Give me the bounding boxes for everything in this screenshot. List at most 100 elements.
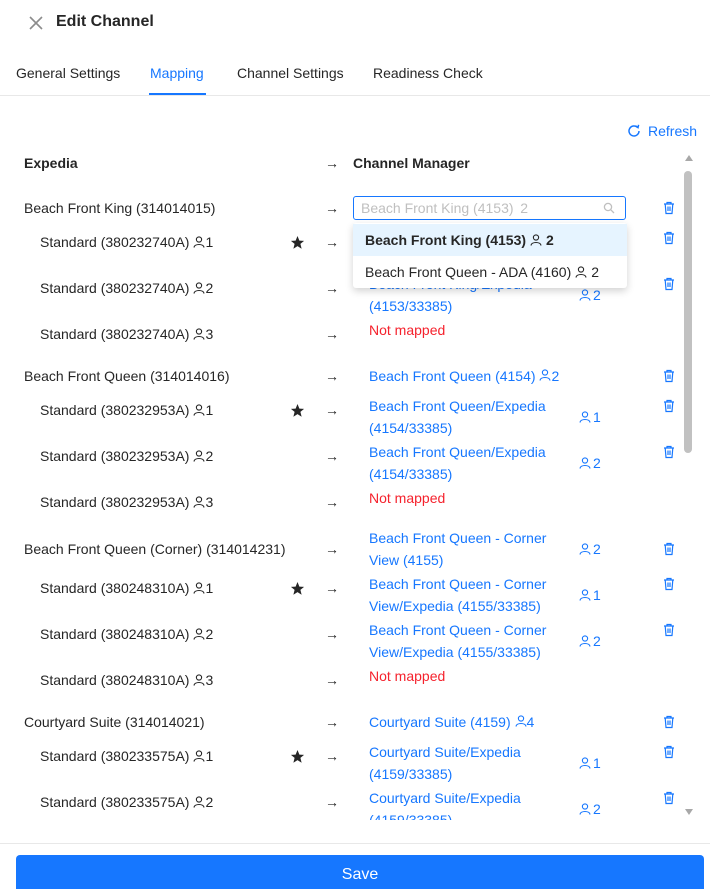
trash-icon[interactable] [662, 399, 676, 413]
rate-row-label: Standard (380248310A) 3 [40, 672, 214, 688]
person-icon [193, 750, 205, 762]
mapping-link[interactable]: Beach Front Queen (4154) 2 [369, 365, 559, 387]
mapping-link[interactable]: Beach Front Queen - Corner View (4155) [369, 527, 549, 571]
save-button[interactable]: Save [16, 855, 704, 889]
column-header-channel-manager: Channel Manager [353, 155, 470, 171]
rate-row-label: Standard (380248310A) 2 [40, 626, 214, 642]
person-icon [193, 582, 205, 594]
mapping-arrow: → [325, 234, 339, 250]
star-icon[interactable] [290, 581, 305, 596]
person-icon [193, 674, 205, 686]
channel-room-search-input[interactable] [354, 197, 599, 219]
mapping-arrow: → [325, 200, 339, 216]
mapping-link[interactable]: Beach Front Queen - Corner View/Expedia (… [369, 573, 549, 617]
room-row-label: Courtyard Suite (314014021) [24, 714, 205, 730]
mapping-arrow: → [325, 626, 339, 642]
trash-icon[interactable] [662, 445, 676, 459]
star-icon[interactable] [290, 749, 305, 764]
person-icon [579, 635, 591, 647]
scrollbar[interactable] [682, 155, 696, 820]
rate-row-label: Standard (380232953A) 3 [40, 494, 214, 510]
trash-icon[interactable] [662, 369, 676, 383]
mapping-arrow: → [325, 541, 339, 557]
person-icon [193, 496, 205, 508]
trash-icon[interactable] [662, 542, 676, 556]
mapping-arrow: → [325, 368, 339, 384]
not-mapped-label[interactable]: Not mapped [369, 490, 445, 506]
mapping-arrow: → [325, 672, 339, 688]
mapping-arrow: → [325, 402, 339, 418]
person-icon [579, 457, 591, 469]
mapping-arrow: → [325, 794, 339, 810]
mapping-link[interactable]: Beach Front Queen/Expedia (4154/33385) [369, 441, 549, 485]
rate-row-label: Standard (380232953A) 1 [40, 402, 214, 418]
person-icon [575, 266, 587, 278]
mapping-occupancy: 2 [579, 455, 601, 471]
person-icon [579, 589, 591, 601]
trash-icon[interactable] [662, 745, 676, 759]
rate-row-label: Standard (380232740A) 3 [40, 326, 214, 342]
mapping-arrow: → [325, 494, 339, 510]
dropdown-option[interactable]: Beach Front King (4153) 2 [353, 224, 627, 256]
person-icon [193, 628, 205, 640]
person-icon [193, 796, 205, 808]
mapping-link[interactable]: Courtyard Suite/Expedia (4159/33385) [369, 787, 549, 820]
person-icon [193, 450, 205, 462]
trash-icon[interactable] [662, 623, 676, 637]
trash-icon[interactable] [662, 277, 676, 291]
search-icon [603, 202, 615, 214]
channel-room-dropdown: Beach Front King (4153) 2 Beach Front Qu… [353, 223, 627, 288]
trash-icon[interactable] [662, 791, 676, 805]
scroll-down-arrow-icon[interactable] [685, 809, 693, 815]
mapping-arrow: → [325, 280, 339, 296]
mapping-occupancy: 1 [579, 755, 601, 771]
not-mapped-label[interactable]: Not mapped [369, 668, 445, 684]
person-icon [539, 369, 551, 381]
mapping-occupancy: 2 [579, 633, 601, 649]
mapping-link[interactable]: Beach Front Queen/Expedia (4154/33385) [369, 395, 549, 439]
mapping-arrow: → [325, 326, 339, 342]
room-row-label: Beach Front Queen (314014016) [24, 368, 230, 384]
mapping-link[interactable]: Beach Front Queen - Corner View/Expedia (… [369, 619, 549, 663]
column-header-expedia: Expedia [24, 155, 78, 171]
scrollbar-thumb[interactable] [684, 171, 692, 453]
trash-icon[interactable] [662, 715, 676, 729]
person-icon [530, 234, 542, 246]
person-icon [579, 289, 591, 301]
person-icon [579, 543, 591, 555]
mapping-arrow: → [325, 580, 339, 596]
scroll-up-arrow-icon[interactable] [685, 155, 693, 161]
trash-icon[interactable] [662, 231, 676, 245]
mapping-arrow: → [325, 748, 339, 764]
person-icon [514, 715, 527, 727]
mapping-occupancy: 1 [579, 409, 601, 425]
room-row-label: Beach Front Queen (Corner) (314014231) [24, 541, 286, 557]
mapping-occupancy: 2 [579, 801, 601, 817]
room-row-label: Beach Front King (314014015) [24, 200, 216, 216]
person-icon [579, 411, 591, 423]
mapping-occupancy: 2 [579, 541, 601, 557]
person-icon [193, 282, 205, 294]
trash-icon[interactable] [662, 577, 676, 591]
mapping-arrow: → [325, 448, 339, 464]
mapping-link[interactable]: Courtyard Suite (4159) 4 [369, 711, 534, 733]
trash-icon[interactable] [662, 201, 676, 215]
column-header-arrow: → [325, 155, 339, 171]
channel-room-search[interactable] [353, 196, 626, 220]
rate-row-label: Standard (380232740A) 2 [40, 280, 214, 296]
mapping-list: Expedia → Channel Manager Beach Front Ki… [0, 0, 680, 820]
person-icon [579, 803, 591, 815]
dropdown-option[interactable]: Beach Front Queen - ADA (4160) 2 [353, 256, 627, 288]
star-icon[interactable] [290, 403, 305, 418]
person-icon [579, 757, 591, 769]
not-mapped-label[interactable]: Not mapped [369, 322, 445, 338]
person-icon [193, 404, 205, 416]
mapping-link[interactable]: Courtyard Suite/Expedia (4159/33385) [369, 741, 549, 785]
star-icon[interactable] [290, 235, 305, 250]
mapping-occupancy: 2 [579, 287, 601, 303]
person-icon [193, 236, 205, 248]
rate-row-label: Standard (380248310A) 1 [40, 580, 214, 596]
rate-row-label: Standard (380232740A) 1 [40, 234, 214, 250]
person-icon [193, 328, 205, 340]
rate-row-label: Standard (380233575A) 2 [40, 794, 214, 810]
